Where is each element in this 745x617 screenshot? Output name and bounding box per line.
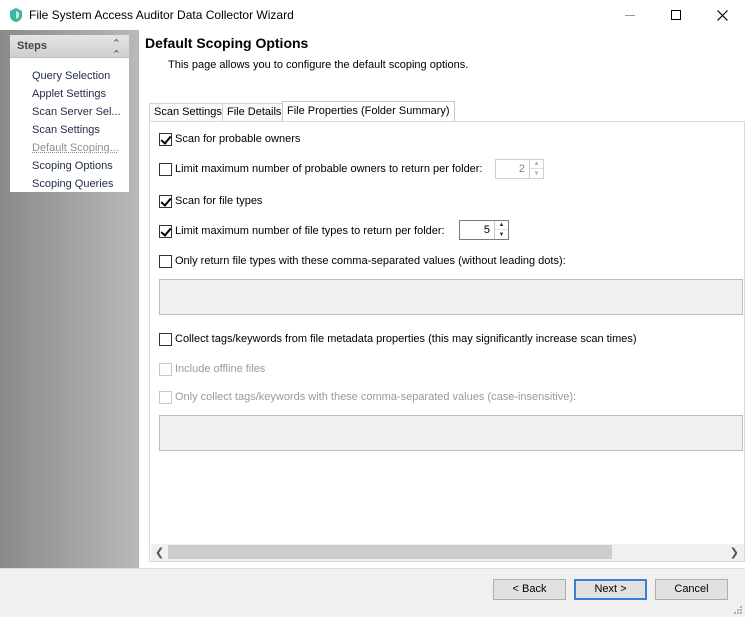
steps-box: Steps ⌃ ⌃ Query Selection Applet Settings… [10, 35, 129, 192]
next-button[interactable]: Next > [574, 579, 647, 600]
close-button[interactable] [699, 0, 745, 30]
stepper-down-icon[interactable]: ▼ [530, 169, 543, 178]
collect-tags-label: Collect tags/keywords from file metadata… [175, 333, 637, 345]
stepper-buttons: ▲ ▼ [494, 221, 508, 239]
step-scoping-options[interactable]: Scoping Options [32, 160, 127, 172]
only-tags-option[interactable]: Only collect tags/keywords with these co… [159, 389, 576, 405]
limit-types-checkbox[interactable] [159, 224, 172, 238]
main-content: Default Scoping Options This page allows… [139, 30, 745, 568]
close-icon [716, 9, 728, 21]
limit-types-label: Limit maximum number of file types to re… [175, 225, 445, 237]
window-title: File System Access Auditor Data Collecto… [29, 8, 294, 22]
step-scan-server-selection[interactable]: Scan Server Sel... [32, 106, 127, 118]
stepper-down-icon[interactable]: ▼ [495, 230, 508, 239]
scan-owners-option[interactable]: Scan for probable owners [159, 131, 300, 147]
steps-title: Steps [17, 40, 47, 52]
shield-logo-icon [10, 8, 22, 22]
include-offline-label: Include offline files [175, 363, 266, 375]
collect-tags-option[interactable]: Collect tags/keywords from file metadata… [159, 331, 637, 347]
maximize-button[interactable] [653, 0, 699, 30]
scan-types-option[interactable]: Scan for file types [159, 193, 262, 209]
only-tags-label: Only collect tags/keywords with these co… [175, 391, 577, 403]
limit-owners-option[interactable]: Limit maximum number of probable owners … [159, 161, 483, 177]
footer-divider [0, 568, 745, 569]
maximize-icon [671, 10, 681, 20]
include-offline-checkbox[interactable] [159, 362, 172, 376]
page-title: Default Scoping Options [145, 35, 309, 51]
tab-panel-file-properties: Scan for probable owners Limit maximum n… [149, 121, 745, 562]
minimize-button[interactable] [607, 0, 653, 30]
title-bar: File System Access Auditor Data Collecto… [0, 0, 745, 30]
step-query-selection[interactable]: Query Selection [32, 70, 127, 82]
tags-input[interactable] [159, 415, 743, 451]
limit-owners-checkbox[interactable] [159, 162, 172, 176]
scan-types-checkbox[interactable] [159, 194, 172, 208]
scrollbar-thumb[interactable] [168, 545, 612, 559]
file-types-input[interactable] [159, 279, 743, 315]
only-types-label: Only return file types with these comma-… [175, 255, 566, 267]
step-scoping-queries[interactable]: Scoping Queries [32, 178, 127, 190]
scroll-left-icon[interactable]: ❮ [155, 546, 164, 559]
step-applet-settings[interactable]: Applet Settings [32, 88, 127, 100]
back-button[interactable]: < Back [493, 579, 566, 600]
tab-file-properties[interactable]: File Properties (Folder Summary) [282, 101, 455, 122]
stepper-up-icon[interactable]: ▲ [530, 160, 543, 169]
types-limit-stepper[interactable]: 5 ▲ ▼ [459, 220, 509, 240]
step-scan-settings[interactable]: Scan Settings [32, 124, 127, 136]
owners-limit-value: 2 [518, 163, 525, 175]
stepper-buttons: ▲ ▼ [529, 160, 543, 178]
steps-sidebar: Steps ⌃ ⌃ Query Selection Applet Settings… [0, 30, 139, 568]
scan-owners-label: Scan for probable owners [175, 133, 301, 145]
cancel-button[interactable]: Cancel [655, 579, 728, 600]
steps-header[interactable]: Steps ⌃ ⌃ [10, 35, 129, 61]
collapse-chevron-icon[interactable]: ⌃ ⌃ [112, 39, 121, 61]
stepper-up-icon[interactable]: ▲ [495, 221, 508, 230]
types-limit-value: 5 [483, 224, 490, 236]
scan-owners-checkbox[interactable] [159, 132, 172, 146]
limit-owners-label: Limit maximum number of probable owners … [175, 163, 483, 175]
only-types-option[interactable]: Only return file types with these comma-… [159, 253, 566, 269]
tab-scan-settings[interactable]: Scan Settings [149, 103, 227, 122]
resize-grip-icon[interactable] [733, 605, 743, 615]
include-offline-option[interactable]: Include offline files [159, 361, 265, 377]
step-default-scoping[interactable]: Default Scoping... [32, 142, 127, 154]
minimize-icon [625, 14, 635, 16]
page-description: This page allows you to configure the de… [168, 59, 469, 71]
horizontal-scrollbar[interactable]: ❮ ❯ [151, 544, 744, 561]
limit-types-option[interactable]: Limit maximum number of file types to re… [159, 223, 445, 239]
only-types-checkbox[interactable] [159, 254, 172, 268]
owners-limit-stepper[interactable]: 2 ▲ ▼ [495, 159, 544, 179]
collect-tags-checkbox[interactable] [159, 332, 172, 346]
scan-types-label: Scan for file types [175, 195, 263, 207]
scroll-right-icon[interactable]: ❯ [730, 546, 739, 559]
only-tags-checkbox[interactable] [159, 390, 172, 404]
tab-file-details[interactable]: File Details [222, 103, 287, 122]
